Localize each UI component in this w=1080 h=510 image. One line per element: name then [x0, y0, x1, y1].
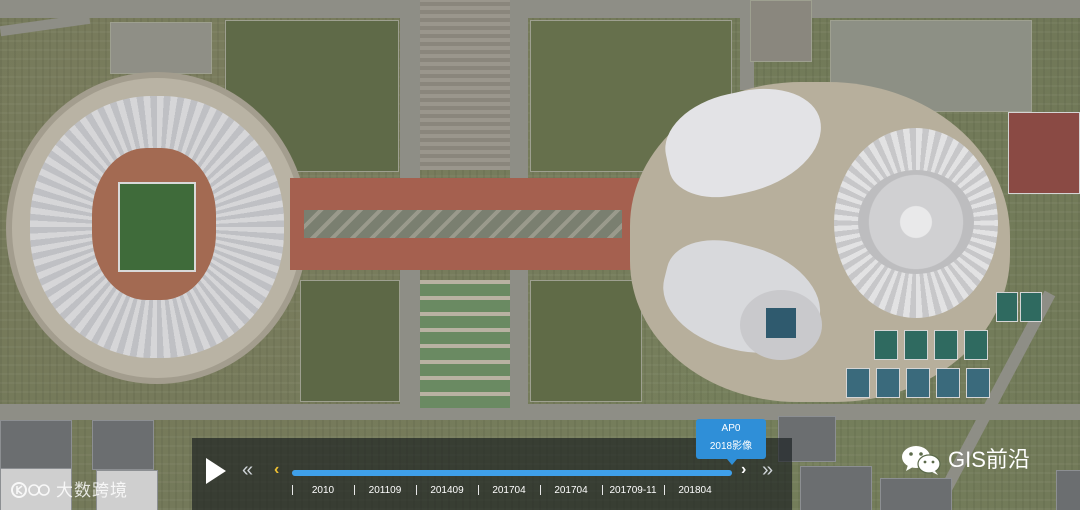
- timeline-tick-label[interactable]: 2010: [312, 485, 334, 497]
- tennis-court: [936, 368, 960, 398]
- timeline-tick-separator: [540, 485, 541, 495]
- timeline-tick-label[interactable]: 201704: [554, 485, 587, 497]
- tree-block: [530, 280, 642, 402]
- timeline-tick-separator: [354, 485, 355, 495]
- watermark-left-text: 大数跨境: [56, 481, 128, 500]
- brand-logo-icon: [11, 482, 50, 498]
- tennis-stadium: [740, 290, 822, 360]
- plaza-bridge: [304, 210, 622, 238]
- sports-field: [1008, 112, 1080, 194]
- tennis-court: [904, 330, 928, 360]
- watermark-right-text: GIS前沿: [948, 447, 1030, 472]
- chevron-right-icon[interactable]: ›: [741, 462, 746, 478]
- double-chevron-left-icon[interactable]: «: [242, 460, 253, 480]
- tooltip-layer-name: AP0: [721, 423, 741, 434]
- timeline-tick-label[interactable]: 201109: [369, 485, 402, 497]
- timeline-tick-label[interactable]: 201409: [430, 485, 463, 497]
- chevron-left-icon[interactable]: ‹: [274, 462, 279, 478]
- timeline-tick-separator: [664, 485, 665, 495]
- timeline-tick-separator: [416, 485, 417, 495]
- building: [92, 420, 154, 470]
- tennis-court: [1020, 292, 1042, 322]
- football-field: [118, 182, 196, 272]
- timeline-track[interactable]: [292, 470, 732, 476]
- timeline-tick-separator: [292, 485, 293, 495]
- road: [0, 404, 1080, 420]
- timeline-tick-separator: [602, 485, 603, 495]
- tennis-court: [934, 330, 958, 360]
- building: [880, 478, 952, 510]
- tooltip-image-date: 2018影像: [709, 441, 753, 452]
- tree-block: [300, 280, 400, 402]
- double-chevron-right-icon[interactable]: »: [762, 460, 773, 480]
- tennis-court: [996, 292, 1018, 322]
- satellite-map[interactable]: [0, 0, 1080, 510]
- play-icon[interactable]: [206, 458, 226, 484]
- tennis-court: [906, 368, 930, 398]
- timeline-tick-separator: [478, 485, 479, 495]
- tennis-court: [964, 330, 988, 360]
- tennis-court: [874, 330, 898, 360]
- tennis-court: [966, 368, 990, 398]
- building: [800, 466, 872, 510]
- tennis-court: [876, 368, 900, 398]
- timeline-tick-label[interactable]: 201704: [492, 485, 525, 497]
- wechat-icon: [902, 446, 941, 475]
- road: [0, 0, 1080, 18]
- building: [0, 420, 72, 470]
- timeline-tooltip: AP0 2018影像: [696, 419, 766, 465]
- parking-lot: [110, 22, 212, 74]
- timeline-progress: [292, 470, 732, 476]
- gymnasium-dome: [858, 170, 974, 274]
- building: [1056, 470, 1080, 510]
- parking-lot: [750, 0, 812, 62]
- timeline-tick-label[interactable]: 201709-11: [609, 485, 656, 497]
- south-plaza: [420, 280, 510, 408]
- tennis-court: [846, 368, 870, 398]
- north-plaza: [420, 0, 510, 170]
- timeline-ticks: 2010 201109 201409 201704 201704 201709-11 201…: [290, 485, 730, 501]
- timeline-tick-label[interactable]: 201804: [678, 485, 711, 497]
